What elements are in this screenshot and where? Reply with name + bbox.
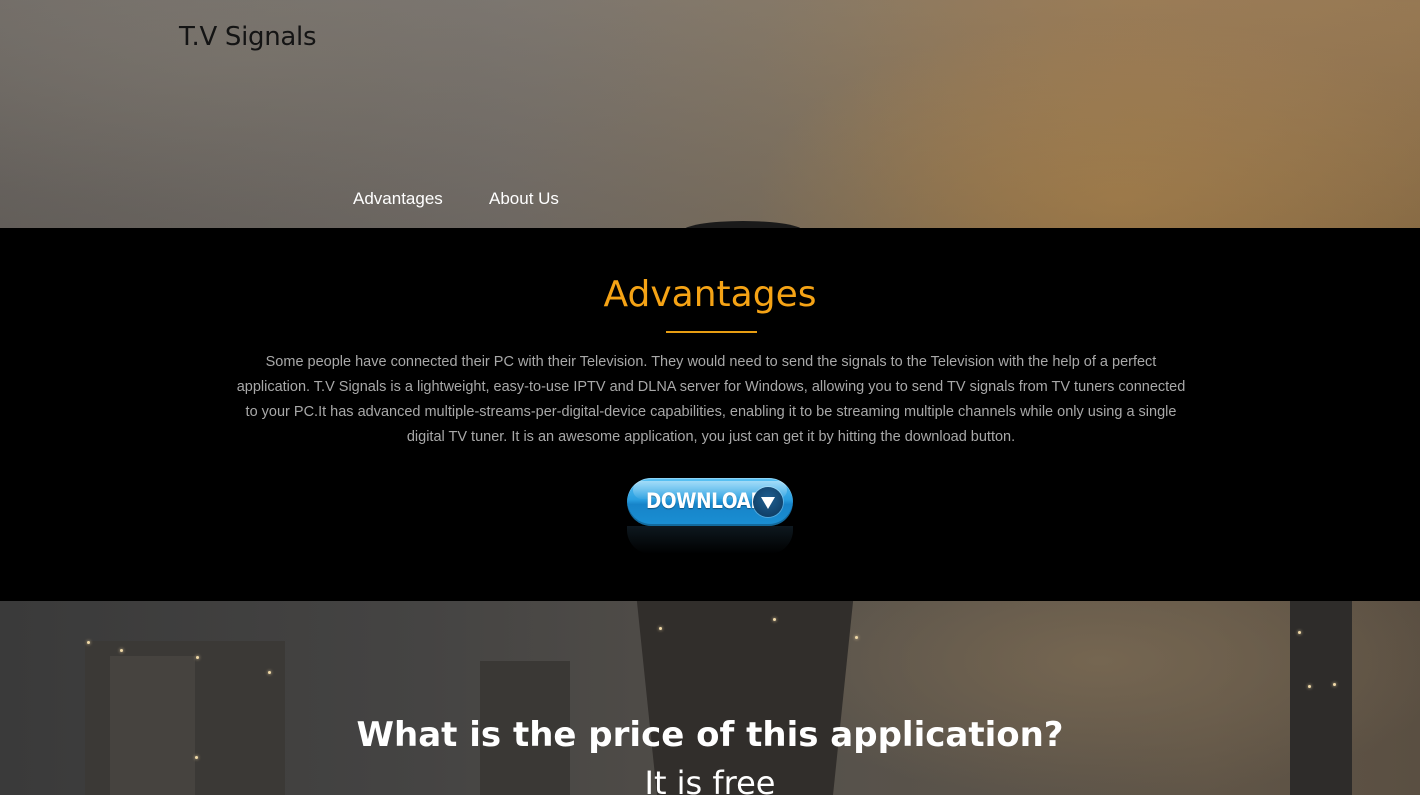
page: T.V Signals Advantages About Us Advantag… [0,0,1420,795]
background-light [120,649,123,652]
background-light [196,656,199,659]
advantages-description: Some people have connected their PC with… [236,354,1186,445]
nav-link-about-us[interactable]: About Us [489,189,559,209]
section-title: Advantages [603,274,817,315]
advantages-section: Advantages Some people have connected th… [0,228,1420,601]
background-light [1333,683,1336,686]
button-reflection [627,526,793,554]
background-light [268,671,271,674]
price-question: What is the price of this application? [356,715,1064,755]
background-light [773,618,776,621]
site-header: T.V Signals Advantages About Us [0,0,1420,228]
background-light [855,636,858,639]
download-button-label: DOWNLOAD [646,489,766,513]
download-button[interactable]: DOWNLOAD [627,478,793,526]
arrow-down-icon [753,487,783,517]
background-light [1298,631,1301,634]
price-section: What is the price of this application? I… [0,601,1420,795]
site-logo[interactable]: T.V Signals [179,22,317,52]
price-answer: It is free [644,764,776,795]
nav-link-advantages[interactable]: Advantages [353,189,443,209]
background-light [659,627,662,630]
background-light [1308,685,1311,688]
background-light [195,756,198,759]
background-light [87,641,90,644]
title-underline [666,331,757,333]
